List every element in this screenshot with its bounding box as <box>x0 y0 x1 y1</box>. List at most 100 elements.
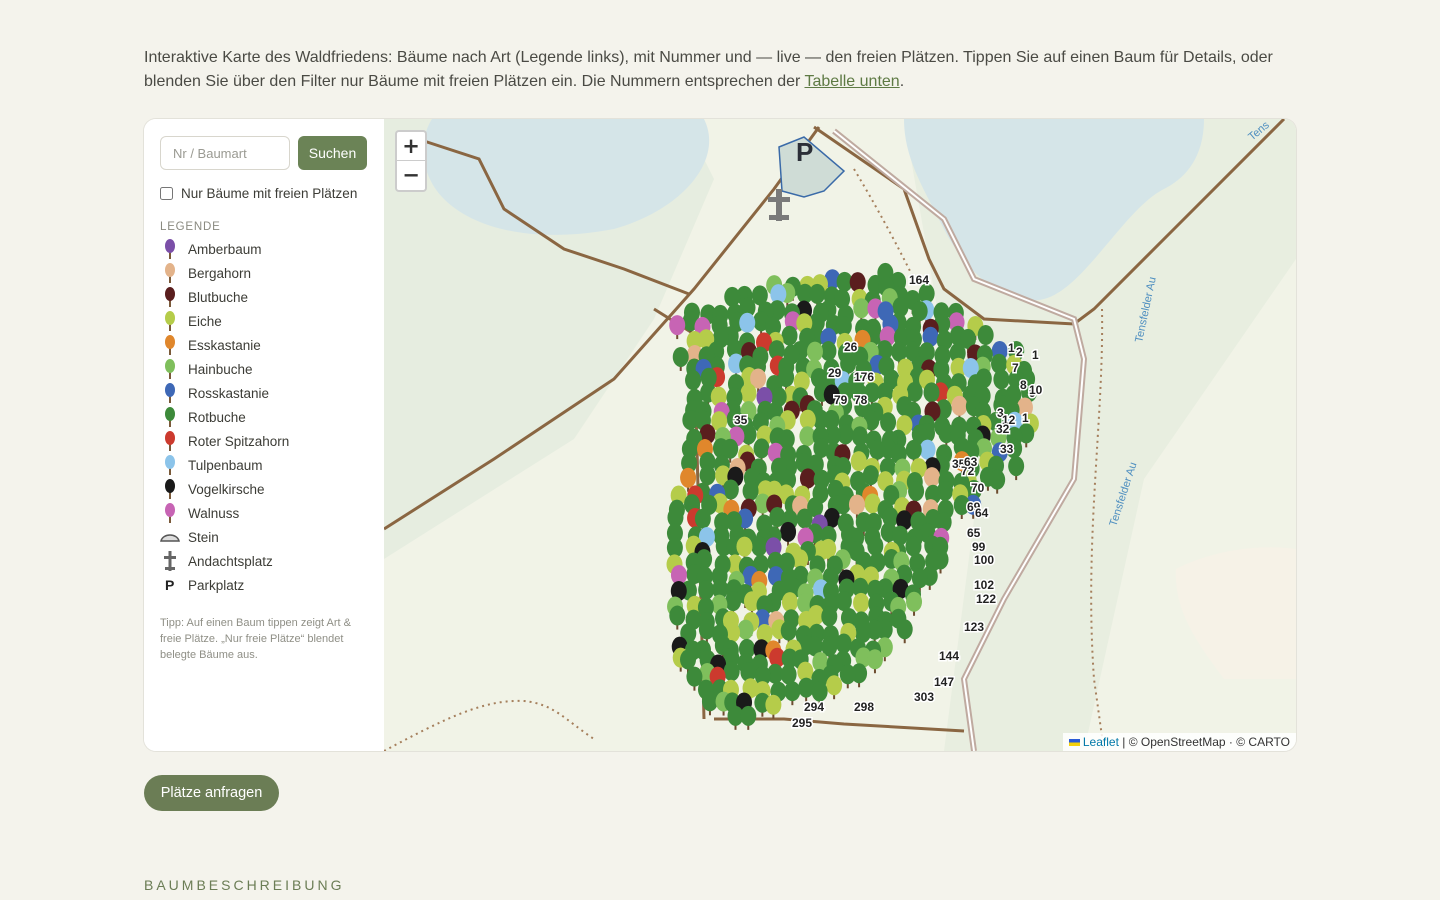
free-spots-filter[interactable]: Nur Bäume mit freien Plätzen <box>160 186 368 201</box>
legend-item: P Parkplatz <box>160 573 368 597</box>
tree-icon <box>160 454 180 476</box>
legend-label: Bergahorn <box>188 265 252 281</box>
legend-item: Blutbuche <box>160 285 368 309</box>
request-spots-button[interactable]: Plätze anfragen <box>144 775 279 811</box>
tree-number-label: 8 <box>1020 378 1027 392</box>
tree-icon <box>160 310 180 332</box>
tree-number-label: 65 <box>967 526 981 540</box>
legend-label: Blutbuche <box>188 289 249 305</box>
tree-number-label: 176 <box>854 370 874 384</box>
tree-icon <box>160 406 180 428</box>
map-card: Suchen Nur Bäume mit freien Plätzen LEGE… <box>144 119 1296 751</box>
map-attribution: Leaflet | © OpenStreetMap · © CARTO <box>1062 733 1296 751</box>
section-title: BAUMBESCHREIBUNG <box>144 877 345 893</box>
tree-icon <box>160 334 180 356</box>
legend-item: Eiche <box>160 309 368 333</box>
search-input[interactable] <box>160 136 290 170</box>
tree-icon <box>160 262 180 284</box>
legend-label: Eiche <box>188 313 222 329</box>
legend-label: Rotbuche <box>188 409 246 425</box>
legend-label: Hainbuche <box>188 361 253 377</box>
legend-label: Andachtsplatz <box>188 553 273 569</box>
tree-number-label: 123 <box>964 620 984 634</box>
legend-label: Amberbaum <box>188 241 262 257</box>
tree-number-label: 147 <box>934 675 954 689</box>
table-link[interactable]: Tabelle unten <box>805 73 900 90</box>
tree-number-label: 70 <box>971 481 985 495</box>
tree-number-label: 79 <box>834 393 848 407</box>
parking-icon: P <box>160 574 180 596</box>
legend-item: Walnuss <box>160 501 368 525</box>
tree-icon <box>160 382 180 404</box>
zoom-out-button[interactable]: − <box>397 161 425 190</box>
tree-icon <box>160 286 180 308</box>
search-row: Suchen <box>160 136 368 170</box>
legend-item: Esskastanie <box>160 333 368 357</box>
legend-title: LEGENDE <box>160 221 221 233</box>
map-sidebar: Suchen Nur Bäume mit freien Plätzen LEGE… <box>144 119 384 751</box>
free-spots-label: Nur Bäume mit freien Plätzen <box>181 186 358 201</box>
tree-icon <box>160 478 180 500</box>
tree-icon <box>160 430 180 452</box>
legend-label: Vogelkirsche <box>188 481 265 497</box>
legend-label: Esskastanie <box>188 337 261 353</box>
tree-number-label: 164 <box>909 273 929 287</box>
legend-item: Rosskastanie <box>160 381 368 405</box>
tree-number-label: 1 <box>1022 411 1029 425</box>
legend-item: Roter Spitzahorn <box>160 429 368 453</box>
tree-number-label: 294 <box>804 700 824 714</box>
tree-number-label: 78 <box>854 393 868 407</box>
tree-number-label: 99 <box>972 540 986 554</box>
tree-number-label: 26 <box>844 340 858 354</box>
cross-icon <box>160 550 180 572</box>
zoom-control: + − <box>395 130 427 192</box>
tree-number-label: 35 <box>734 413 748 427</box>
legend-list: Amberbaum Bergahorn Blutbuche Eiche Esskasta… <box>160 237 368 597</box>
tip-text: Tipp: Auf einen Baum tippen zeigt Art & … <box>160 617 351 661</box>
map-view[interactable]: P Tensfelder Au Tensfelder Au Tens 164 17… <box>384 119 1296 751</box>
tree-number-label: 29 <box>828 366 842 380</box>
legend-label: Roter Spitzahorn <box>188 433 290 449</box>
tree-number-label: 303 <box>914 690 934 704</box>
legend-item: Rotbuche <box>160 405 368 429</box>
tree-number-label: 2 <box>1016 345 1023 359</box>
intro-text-main: Interaktive Karte des Waldfriedens: Bäum… <box>144 49 1273 90</box>
free-spots-checkbox[interactable] <box>160 187 173 200</box>
tree-number-label: 64 <box>975 506 989 520</box>
tree-number-label: 10 <box>1029 383 1043 397</box>
flag-icon <box>1068 739 1080 746</box>
tree-number-label: 33 <box>1000 442 1014 456</box>
zoom-in-button[interactable]: + <box>397 132 425 161</box>
legend-label: Stein <box>188 529 219 545</box>
search-button[interactable]: Suchen <box>298 136 367 170</box>
intro-text: Interaktive Karte des Waldfriedens: Bäum… <box>144 46 1294 94</box>
tree-icon <box>160 502 180 524</box>
leaflet-link[interactable]: Leaflet <box>1083 735 1119 749</box>
legend-item: Amberbaum <box>160 237 368 261</box>
tree-number-label: 63 <box>964 455 978 469</box>
tree-number-label: 1 <box>1008 341 1015 355</box>
tree-number-label: 1 <box>1032 348 1039 362</box>
tree-icon <box>160 358 180 380</box>
legend-label: Walnuss <box>188 505 240 521</box>
map-base-layer: P Tensfelder Au Tensfelder Au Tens 16417… <box>384 119 1296 751</box>
tree-icon <box>160 238 180 260</box>
legend-item: Stein <box>160 525 368 549</box>
attribution-text: | © OpenStreetMap · © CARTO <box>1118 735 1290 749</box>
tree-number-label: 100 <box>974 553 994 567</box>
legend-label: Parkplatz <box>188 577 245 593</box>
tree-number-label: 102 <box>974 578 994 592</box>
stone-icon <box>160 526 180 548</box>
legend-item: Andachtsplatz <box>160 549 368 573</box>
legend-item: Bergahorn <box>160 261 368 285</box>
tree-number-label: 32 <box>996 422 1010 436</box>
legend-item: Vogelkirsche <box>160 477 368 501</box>
legend-label: Rosskastanie <box>188 385 270 401</box>
tree-number-label: 295 <box>792 716 812 730</box>
intro-text-end: . <box>899 73 905 90</box>
tree-number-label: 122 <box>976 592 996 606</box>
tree-number-label: 7 <box>1012 361 1019 375</box>
legend-item: Tulpenbaum <box>160 453 368 477</box>
legend-label: Tulpenbaum <box>188 457 263 473</box>
parking-icon[interactable]: P <box>796 137 813 167</box>
